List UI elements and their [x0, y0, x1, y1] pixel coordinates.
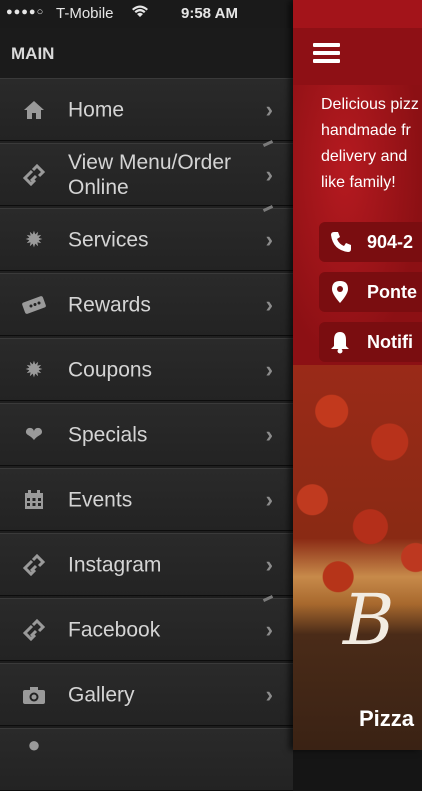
menu-item-label: Coupons [68, 358, 153, 381]
chevron-right-icon: › [265, 226, 273, 252]
menu-item-label: Gallery [68, 683, 135, 706]
chevron-right-icon: › [265, 681, 273, 707]
menu-item-partial[interactable]: ● [0, 728, 293, 791]
status-time: 9:58 AM [181, 5, 238, 22]
menu-item-events[interactable]: Events › [0, 468, 293, 531]
logo-subtitle: Pizza [359, 706, 415, 731]
divider-tick [262, 205, 274, 212]
chevron-right-icon: › [265, 551, 273, 577]
menu-item-label: Services [68, 228, 149, 251]
location-button-label: Ponte [367, 282, 418, 302]
menu-section-title: MAIN [11, 44, 55, 63]
chevron-right-icon: › [265, 616, 273, 642]
location-button[interactable]: Ponte [319, 272, 422, 312]
heart-icon: ❤ [24, 421, 44, 447]
ticket-icon [20, 291, 48, 319]
menu-item-services[interactable]: ✹ Services › [0, 205, 293, 271]
home-icon [20, 96, 48, 124]
phone-button[interactable]: 904-2 [319, 222, 422, 262]
menu-item-label: Rewards [68, 293, 151, 316]
menu-item-facebook[interactable]: Facebook › [0, 595, 293, 661]
location-pin-icon [329, 280, 351, 310]
starburst-icon: ✹ [24, 226, 44, 252]
camera-icon [20, 681, 48, 709]
notifications-button-label: Notifi [367, 332, 413, 352]
menu-item-label: Specials [68, 423, 148, 446]
pizza-photo [293, 365, 422, 750]
main-content-panel: Delicious pizz handmade fr delivery and … [293, 0, 422, 750]
menu-item-specials[interactable]: ❤ Specials › [0, 403, 293, 466]
top-nav-bar [293, 28, 422, 85]
notifications-button[interactable]: Notifi [319, 322, 422, 362]
status-bar-background [293, 0, 422, 28]
divider-tick [262, 595, 274, 602]
menu-item-label: Facebook [68, 618, 161, 641]
menu-item-coupons[interactable]: ✹ Coupons › [0, 338, 293, 401]
wifi-icon [131, 3, 149, 23]
menu-item-label: View Menu/Order Online [68, 150, 232, 199]
menu-item-instagram[interactable]: Instagram › [0, 533, 293, 596]
calendar-icon [20, 486, 48, 514]
phone-icon [329, 230, 353, 260]
link-icon [20, 551, 48, 579]
chevron-right-icon: › [265, 161, 273, 187]
menu-item-view-menu[interactable]: View Menu/Order Online › [0, 140, 293, 206]
link-icon [20, 161, 48, 189]
bell-icon [329, 330, 351, 360]
hamburger-menu-icon[interactable] [313, 43, 340, 63]
chevron-right-icon: › [265, 291, 273, 317]
starburst-icon: ✹ [24, 356, 44, 382]
phone-button-label: 904-2 [367, 232, 414, 252]
chevron-right-icon: › [265, 96, 273, 122]
menu-item-home[interactable]: Home › [0, 78, 293, 141]
menu-item-label: Home [68, 98, 125, 121]
menu-item-label: Events [68, 488, 133, 511]
menu-section-header: MAIN [0, 28, 293, 79]
menu-item-rewards[interactable]: Rewards › [0, 273, 293, 336]
chevron-right-icon: › [265, 486, 273, 512]
signal-strength-icon: ●●●●○ [6, 6, 45, 18]
carrier-name: T-Mobile [56, 5, 114, 22]
side-menu: MAIN Home › View Menu/Order Online › ✹ S… [0, 28, 293, 791]
menu-item-gallery[interactable]: Gallery › [0, 663, 293, 726]
chevron-right-icon: › [265, 356, 273, 382]
location-pin-icon: ● [27, 732, 41, 757]
chevron-right-icon: › [265, 421, 273, 447]
divider-tick [262, 140, 274, 147]
restaurant-description: Delicious pizz handmade fr delivery and … [321, 96, 419, 191]
menu-item-label: Instagram [68, 553, 162, 576]
restaurant-logo: B [343, 579, 395, 661]
link-icon [20, 616, 48, 644]
